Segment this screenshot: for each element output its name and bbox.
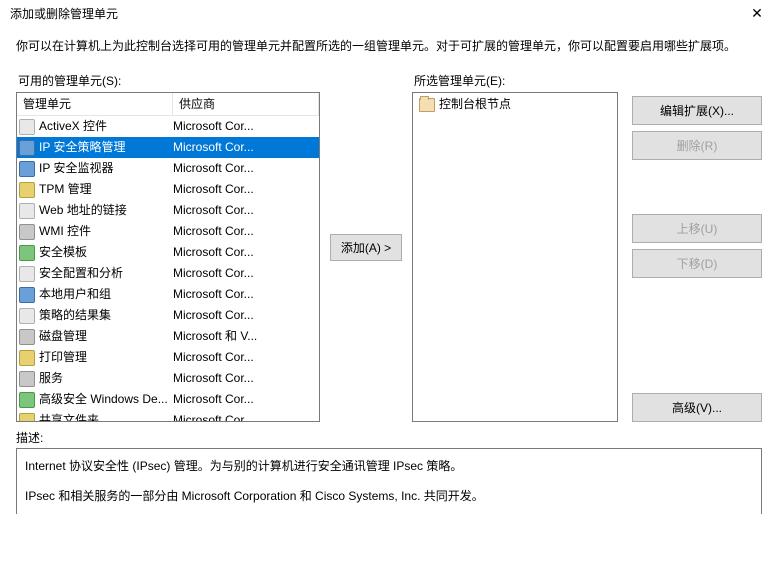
snapin-icon <box>19 329 35 345</box>
column-header-vendor[interactable]: 供应商 <box>173 93 319 116</box>
snapin-name: ActiveX 控件 <box>39 118 107 135</box>
snapin-vendor: Microsoft Cor... <box>173 391 319 408</box>
snapin-vendor: Microsoft Cor... <box>173 286 319 303</box>
list-item[interactable]: Web 地址的链接 Microsoft Cor... <box>17 200 319 221</box>
list-item[interactable]: 本地用户和组 Microsoft Cor... <box>17 284 319 305</box>
available-label: 可用的管理单元(S): <box>16 73 320 90</box>
edit-extensions-button[interactable]: 编辑扩展(X)... <box>632 96 762 125</box>
snapin-vendor: Microsoft Cor... <box>173 412 319 421</box>
column-header-name[interactable]: 管理单元 <box>17 93 173 116</box>
tree-root-node[interactable]: 控制台根节点 <box>415 95 615 115</box>
snapin-icon <box>19 161 35 177</box>
snapin-name: 服务 <box>39 370 63 387</box>
titlebar: 添加或删除管理单元 ✕ <box>0 0 778 28</box>
list-item[interactable]: 磁盘管理 Microsoft 和 V... <box>17 326 319 347</box>
list-item[interactable]: IP 安全策略管理 Microsoft Cor... <box>17 137 319 158</box>
snapin-vendor: Microsoft Cor... <box>173 307 319 324</box>
list-item[interactable]: 安全配置和分析 Microsoft Cor... <box>17 263 319 284</box>
snapin-vendor: Microsoft Cor... <box>173 118 319 135</box>
intro-text: 你可以在计算机上为此控制台选择可用的管理单元并配置所选的一组管理单元。对于可扩展… <box>0 28 778 73</box>
snapin-icon <box>19 392 35 408</box>
available-header: 管理单元 供应商 <box>17 93 319 117</box>
snapin-name: TPM 管理 <box>39 181 92 198</box>
snapin-icon <box>19 308 35 324</box>
snapin-icon <box>19 371 35 387</box>
available-listbox[interactable]: 管理单元 供应商 ActiveX 控件Microsoft Cor...IP 安全… <box>16 92 320 422</box>
snapin-name: 本地用户和组 <box>39 286 111 303</box>
snapin-vendor: Microsoft Cor... <box>173 139 319 156</box>
snapin-vendor: Microsoft Cor... <box>173 160 319 177</box>
list-item[interactable]: WMI 控件 Microsoft Cor... <box>17 221 319 242</box>
close-icon[interactable]: ✕ <box>736 0 778 28</box>
move-down-button[interactable]: 下移(D) <box>632 249 762 278</box>
selected-label: 所选管理单元(E): <box>412 73 618 90</box>
list-item[interactable]: 打印管理 Microsoft Cor... <box>17 347 319 368</box>
add-button[interactable]: 添加(A) > <box>330 234 402 261</box>
snapin-icon <box>19 119 35 135</box>
snapin-icon <box>19 224 35 240</box>
snapin-vendor: Microsoft Cor... <box>173 244 319 261</box>
snapin-icon <box>19 245 35 261</box>
snapin-vendor: Microsoft Cor... <box>173 349 319 366</box>
snapin-name: IP 安全策略管理 <box>39 139 125 156</box>
snapin-icon <box>19 266 35 282</box>
list-item[interactable]: IP 安全监视器 Microsoft Cor... <box>17 158 319 179</box>
description-box: Internet 协议安全性 (IPsec) 管理。为与别的计算机进行安全通讯管… <box>16 448 762 514</box>
description-line2: IPsec 和相关服务的一部分由 Microsoft Corporation 和… <box>25 487 753 506</box>
list-item[interactable]: ActiveX 控件 Microsoft Cor... <box>17 116 319 137</box>
main-area: 可用的管理单元(S): 管理单元 供应商 ActiveX 控件 Microsoft… <box>0 73 778 422</box>
snapin-vendor: Microsoft Cor... <box>173 223 319 240</box>
advanced-button[interactable]: 高级(V)... <box>632 393 762 422</box>
snapin-name: 高级安全 Windows De... <box>39 391 168 408</box>
move-up-button[interactable]: 上移(U) <box>632 214 762 243</box>
snapin-name: 共享文件夹 <box>39 412 99 421</box>
snapin-icon <box>19 182 35 198</box>
snapin-vendor: Microsoft Cor... <box>173 202 319 219</box>
list-item[interactable]: 安全模板 Microsoft Cor... <box>17 242 319 263</box>
window-title: 添加或删除管理单元 <box>10 6 118 23</box>
remove-button[interactable]: 删除(R) <box>632 131 762 160</box>
list-item[interactable]: 高级安全 Windows De... Microsoft Cor... <box>17 389 319 410</box>
snapin-vendor: Microsoft Cor... <box>173 265 319 282</box>
description-line1: Internet 协议安全性 (IPsec) 管理。为与别的计算机进行安全通讯管… <box>25 457 753 476</box>
list-item[interactable]: TPM 管理 Microsoft Cor... <box>17 179 319 200</box>
snapin-name: 安全模板 <box>39 244 87 261</box>
snapin-icon <box>19 413 35 422</box>
description-label: 描述: <box>16 430 762 447</box>
snapin-name: IP 安全监视器 <box>39 160 113 177</box>
snapin-vendor: Microsoft Cor... <box>173 181 319 198</box>
list-item[interactable]: 服务 Microsoft Cor... <box>17 368 319 389</box>
snapin-name: 策略的结果集 <box>39 307 111 324</box>
list-item[interactable]: 共享文件夹 Microsoft Cor... <box>17 410 319 421</box>
selected-tree[interactable]: 控制台根节点 <box>412 92 618 422</box>
snapin-vendor: Microsoft 和 V... <box>173 328 319 345</box>
snapin-name: Web 地址的链接 <box>39 202 127 219</box>
snapin-icon <box>19 350 35 366</box>
snapin-name: 安全配置和分析 <box>39 265 123 282</box>
folder-icon <box>419 98 435 112</box>
snapin-vendor: Microsoft Cor... <box>173 370 319 387</box>
snapin-icon <box>19 140 35 156</box>
snapin-icon <box>19 203 35 219</box>
list-item[interactable]: 策略的结果集 Microsoft Cor... <box>17 305 319 326</box>
snapin-icon <box>19 287 35 303</box>
snapin-name: WMI 控件 <box>39 223 91 240</box>
snapin-name: 磁盘管理 <box>39 328 87 345</box>
tree-root-label: 控制台根节点 <box>439 96 511 113</box>
snapin-name: 打印管理 <box>39 349 87 366</box>
